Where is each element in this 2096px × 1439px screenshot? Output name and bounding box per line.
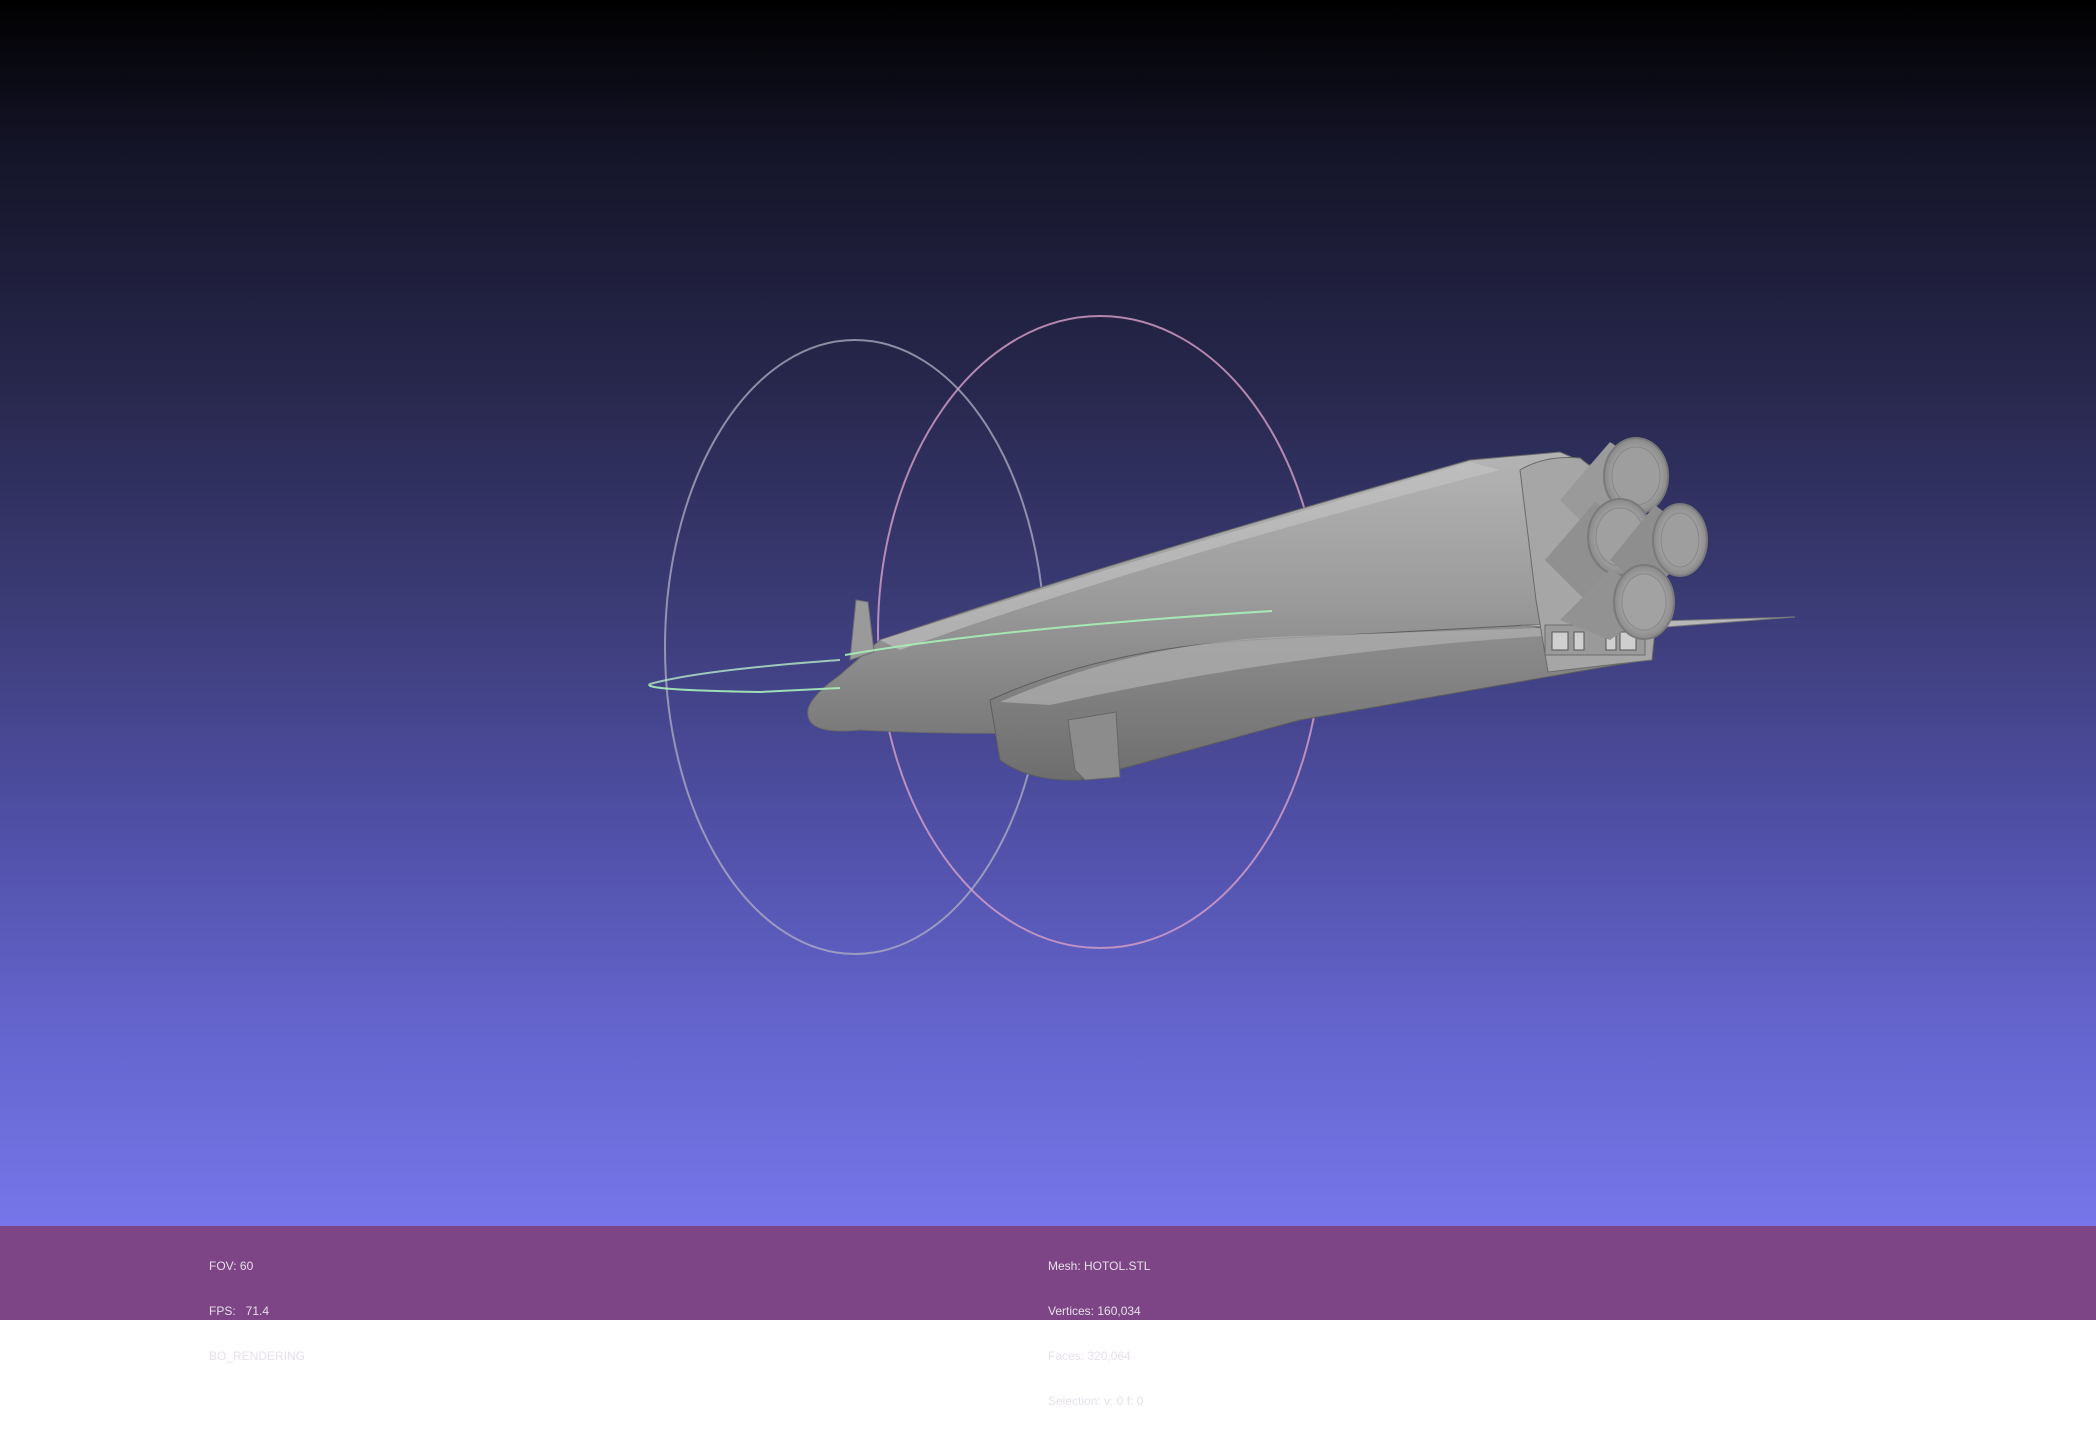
mesh-name-label: Mesh: HOTOL.STL (1048, 1259, 1151, 1273)
3d-viewport[interactable] (0, 0, 2096, 1226)
render-mode-label: BO_RENDERING (209, 1349, 306, 1363)
scene-canvas[interactable] (0, 0, 2096, 1226)
mesh-info-panel: Mesh: HOTOL.STL Vertices: 160,034 Faces:… (1048, 1229, 1150, 1439)
faces-label: Faces: 320,064 (1048, 1349, 1131, 1363)
vertices-label: Vertices: 160,034 (1048, 1304, 1141, 1318)
trackball-circle-z-back[interactable] (649, 659, 841, 685)
vent-icon (1551, 631, 1569, 651)
vent-icon (1573, 631, 1585, 651)
render-info-panel: FOV: 60 FPS: 71.4 BO_RENDERING (209, 1229, 305, 1394)
info-bar: FOV: 60 FPS: 71.4 BO_RENDERING Mesh: HOT… (0, 1226, 2096, 1408)
intake-fairing (1067, 711, 1121, 781)
selection-label: Selection: v: 0 f: 0 (1048, 1394, 1144, 1408)
fov-label: FOV: 60 (209, 1259, 254, 1273)
fps-label: FPS: 71.4 (209, 1304, 270, 1318)
